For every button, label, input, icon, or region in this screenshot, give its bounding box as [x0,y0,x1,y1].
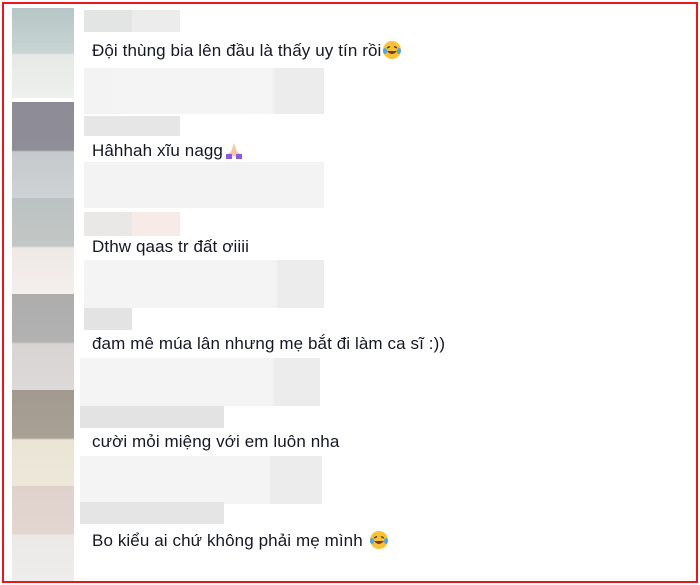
comment-text: Bo kiểu ai chứ không phải mẹ mình [92,530,389,551]
username-blurred[interactable] [80,406,224,428]
username-blurred[interactable] [80,502,224,524]
meta-blurred [80,456,322,504]
username-blurred[interactable] [84,116,180,136]
comment-screenshot-frame: Đội thùng bia lên đầu là thấy uy tín rồi… [2,2,698,583]
avatar[interactable] [12,198,74,294]
comment-text-content: cười mỏi miệng với em luôn nha [92,432,340,451]
avatar[interactable] [12,8,74,98]
meta-blurred [84,260,324,308]
username-blurred[interactable] [132,212,180,236]
laughing-tears-emoji [369,531,388,549]
comment-text-content: Bo kiểu ai chứ không phải mẹ mình [92,531,368,550]
comment-text-content: đam mê múa lân nhưng mẹ bắt đi làm ca sĩ… [92,334,446,353]
username-blurred[interactable] [84,10,132,32]
comment-text: Hâhhah xĩu nagg [92,140,244,161]
username-blurred[interactable] [84,212,132,236]
meta-blurred [80,358,320,406]
comment-text: Dthw qaas tr đất ơiiii [92,237,249,257]
comment-text-content: Đội thùng bia lên đầu là thấy uy tín rồi [92,41,382,60]
comment-text-content: Hâhhah xĩu nagg [92,141,223,160]
praying-hands-emoji [226,143,242,159]
avatar[interactable] [12,390,74,486]
avatar[interactable] [12,102,74,198]
avatar[interactable] [12,486,74,581]
comment-text-content: Dthw qaas tr đất ơiiii [92,237,249,256]
laughing-tears-emoji [383,41,402,59]
comment-text: cười mỏi miệng với em luôn nha [92,432,339,452]
username-blurred[interactable] [132,10,180,32]
username-blurred[interactable] [84,308,132,330]
comment-text: đam mê múa lân nhưng mẹ bắt đi làm ca sĩ… [92,334,445,354]
meta-blurred [84,68,324,114]
avatar[interactable] [12,294,74,390]
meta-blurred [84,162,324,208]
comment-text: Đội thùng bia lên đầu là thấy uy tín rồi [92,40,402,61]
